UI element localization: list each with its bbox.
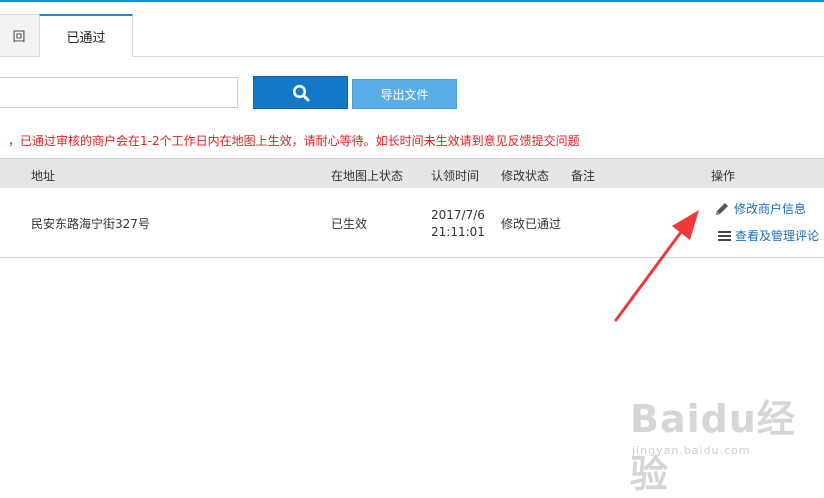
column-header-remark: 备注: [571, 169, 596, 183]
column-header-actions: 操作: [711, 169, 736, 183]
cell-claim-date-text: 2017/7/6: [431, 208, 485, 222]
view-manage-reviews-link[interactable]: 查看及管理评论: [718, 227, 819, 244]
tab-strip: 回 已通过: [0, 14, 824, 57]
column-header-map-status: 在地图上状态: [331, 169, 404, 183]
cell-claim-time-text: 21:11:01: [431, 225, 485, 239]
column-header-address: 地址: [31, 169, 56, 183]
top-accent-rule: [0, 0, 824, 2]
table-header: 地址 在地图上状态 认领时间 修改状态 备注 操作: [0, 158, 824, 189]
cell-map-status: 已生效: [331, 217, 368, 231]
tab-previous[interactable]: 回: [0, 14, 40, 56]
cell-claim-time: 2017/7/6 21:11:01: [431, 207, 485, 241]
tab-approved-label: 已通过: [66, 30, 106, 46]
export-file-button[interactable]: 导出文件: [352, 79, 457, 109]
tab-approved[interactable]: 已通过: [39, 14, 133, 57]
search-button[interactable]: [253, 76, 348, 109]
edit-merchant-info-link[interactable]: 修改商户信息: [714, 200, 806, 217]
watermark-url: jingyan.baidu.com: [632, 444, 751, 457]
search-icon: [292, 84, 309, 101]
notice-text: ，已通过审核的商户会在1-2个工作日内在地图上生效，请耐心等待。如长时间未生效请…: [8, 134, 580, 148]
edit-merchant-info-label: 修改商户信息: [734, 202, 807, 216]
search-input[interactable]: [0, 77, 238, 108]
list-icon: [718, 230, 731, 241]
view-manage-reviews-label: 查看及管理评论: [735, 229, 820, 243]
pencil-icon: [716, 202, 728, 215]
cell-edit-status: 修改已通过: [501, 217, 562, 231]
table-row: 民安东路海宁街327号 已生效 2017/7/6 21:11:01 修改已通过 …: [0, 188, 824, 258]
column-header-claim-time: 认领时间: [431, 169, 480, 183]
baidu-jingyan-watermark: Baidu经验 jingyan.baidu.com: [630, 388, 810, 496]
export-file-label: 导出文件: [380, 87, 429, 102]
cell-address: 民安东路海宁街327号: [31, 217, 150, 231]
column-header-edit-status: 修改状态: [501, 169, 550, 183]
tab-previous-label: 回: [12, 30, 26, 45]
